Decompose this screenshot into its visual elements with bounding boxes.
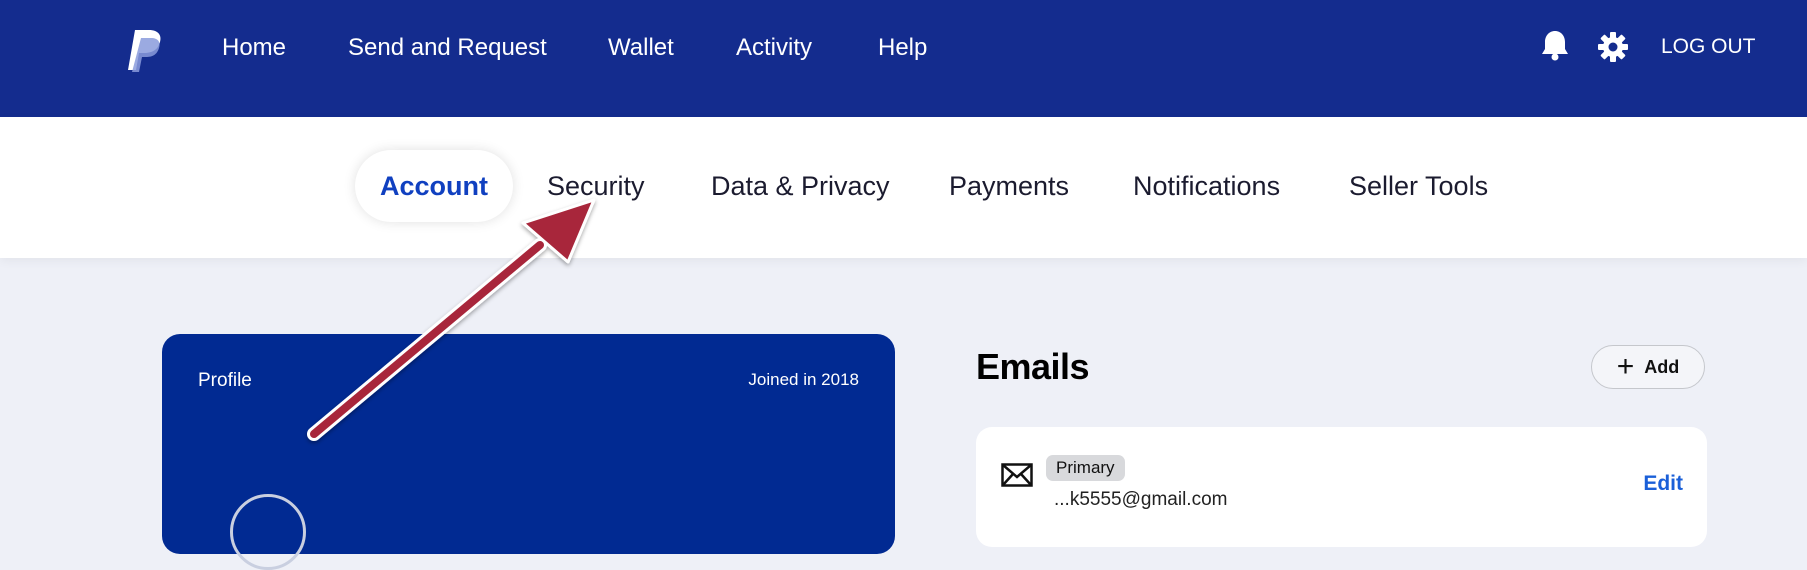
tab-seller-tools[interactable]: Seller Tools: [1349, 150, 1488, 222]
nav-wallet[interactable]: Wallet: [608, 33, 674, 63]
gear-icon[interactable]: [1598, 32, 1628, 62]
tab-payments[interactable]: Payments: [949, 150, 1069, 222]
avatar[interactable]: [230, 494, 306, 570]
tab-notifications[interactable]: Notifications: [1133, 150, 1280, 222]
top-navigation-bar: Home Send and Request Wallet Activity He…: [0, 0, 1807, 117]
envelope-icon: [1001, 463, 1033, 487]
add-label: Add: [1644, 356, 1680, 377]
logout-button[interactable]: LOG OUT: [1661, 33, 1756, 61]
bell-icon[interactable]: [1540, 28, 1570, 62]
nav-activity[interactable]: Activity: [736, 33, 812, 63]
plus-icon: +: [1616, 350, 1635, 383]
add-email-button[interactable]: + Add: [1591, 345, 1705, 389]
primary-badge: Primary: [1046, 455, 1125, 481]
tab-data-privacy[interactable]: Data & Privacy: [711, 150, 890, 222]
emails-heading: Emails: [976, 346, 1090, 387]
edit-email-link[interactable]: Edit: [1643, 472, 1683, 496]
nav-home[interactable]: Home: [222, 33, 286, 63]
email-address: ...k5555@gmail.com: [1054, 489, 1228, 510]
tab-security[interactable]: Security: [547, 150, 645, 222]
paypal-logo-icon[interactable]: [125, 28, 165, 72]
nav-send-and-request[interactable]: Send and Request: [348, 33, 547, 63]
joined-date: Joined in 2018: [748, 370, 859, 389]
nav-help[interactable]: Help: [878, 33, 927, 63]
tab-account[interactable]: Account: [355, 150, 513, 222]
profile-label: Profile: [198, 370, 252, 391]
profile-card: Profile Joined in 2018: [162, 334, 895, 570]
settings-subnav: [0, 117, 1807, 258]
email-list-item: Primary ...k5555@gmail.com Edit: [976, 427, 1707, 547]
